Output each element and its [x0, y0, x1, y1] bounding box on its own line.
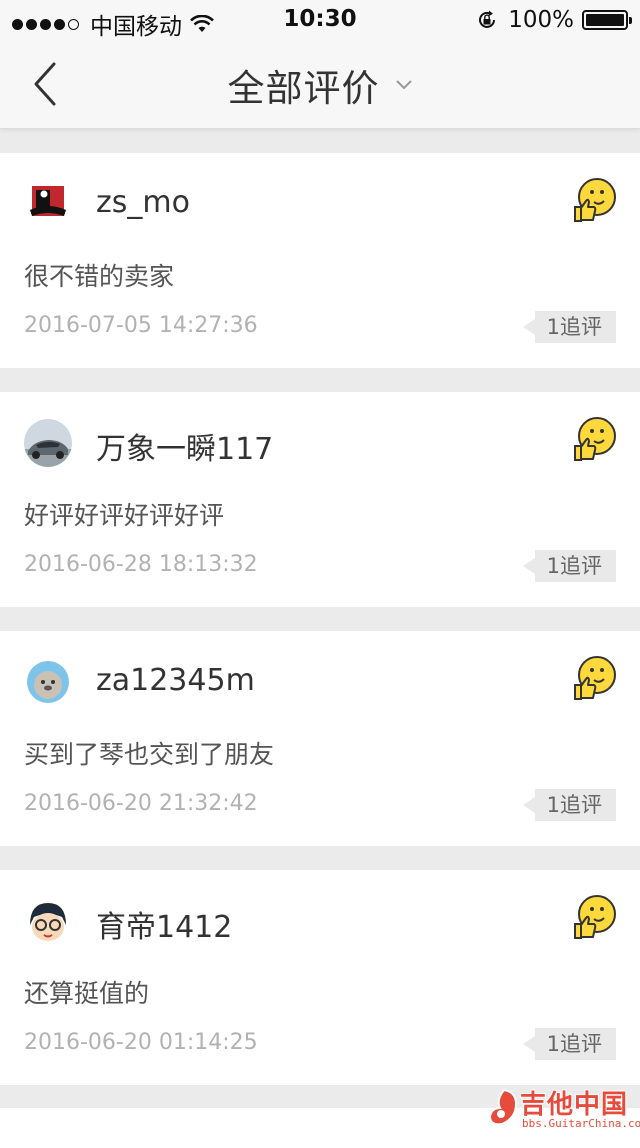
followup-button[interactable]: 1追评 — [522, 789, 616, 821]
avatar[interactable] — [24, 658, 72, 706]
guitar-logo-icon — [488, 1088, 518, 1126]
username[interactable]: 育帝1412 — [96, 902, 232, 946]
rotation-lock-icon — [479, 10, 496, 28]
thumbs-up-emoji-icon[interactable] — [572, 177, 618, 223]
thumbs-up-emoji-icon[interactable] — [572, 416, 618, 462]
avatar[interactable] — [24, 419, 72, 467]
thumbs-up-emoji-icon[interactable] — [572, 894, 618, 940]
title-dropdown[interactable]: 全部评价 — [0, 58, 640, 112]
review-card: zs_mo 很不错的卖家 2016-07-05 14:27:36 1追评 — [0, 153, 640, 368]
username[interactable]: za12345m — [96, 663, 255, 698]
followup-button[interactable]: 1追评 — [522, 550, 616, 582]
review-date: 2016-06-28 18:13:32 — [24, 552, 258, 577]
followup-button[interactable]: 1追评 — [522, 311, 616, 343]
review-date: 2016-06-20 01:14:25 — [24, 1030, 258, 1055]
page-title: 全部评价 — [227, 67, 380, 110]
review-content: 很不错的卖家 — [24, 262, 175, 291]
watermark-text: 吉他中国 — [520, 1090, 629, 1120]
followup-button[interactable]: 1追评 — [522, 1028, 616, 1060]
review-date: 2016-06-20 21:32:42 — [24, 791, 258, 816]
review-list: zs_mo 很不错的卖家 2016-07-05 14:27:36 1追评 万象一… — [0, 153, 640, 1109]
username[interactable]: 万象一瞬117 — [96, 424, 273, 468]
chevron-down-icon — [395, 80, 412, 90]
status-bar: 中国移动 10:30 100% — [0, 0, 640, 40]
review-card: za12345m 买到了琴也交到了朋友 2016-06-20 21:32:42 … — [0, 631, 640, 846]
review-content: 好评好评好评好评 — [24, 501, 225, 530]
review-content: 还算挺值的 — [24, 979, 150, 1008]
battery-icon — [582, 10, 632, 30]
watermark-url: bbs.GuitarChina.com — [522, 1117, 640, 1130]
avatar[interactable] — [24, 180, 72, 228]
review-date: 2016-07-05 14:27:36 — [24, 313, 258, 338]
watermark: 吉他中国 bbs.GuitarChina.com — [484, 1084, 640, 1136]
username[interactable]: zs_mo — [96, 185, 190, 220]
review-card: 育帝1412 还算挺值的 2016-06-20 01:14:25 1追评 — [0, 870, 640, 1085]
review-content: 买到了琴也交到了朋友 — [24, 740, 275, 769]
thumbs-up-emoji-icon[interactable] — [572, 655, 618, 701]
avatar[interactable] — [24, 897, 72, 945]
nav-bar: 全部评价 — [0, 40, 640, 129]
battery-percent: 100% — [508, 7, 574, 33]
review-card: 万象一瞬117 好评好评好评好评 2016-06-28 18:13:32 1追评 — [0, 392, 640, 607]
